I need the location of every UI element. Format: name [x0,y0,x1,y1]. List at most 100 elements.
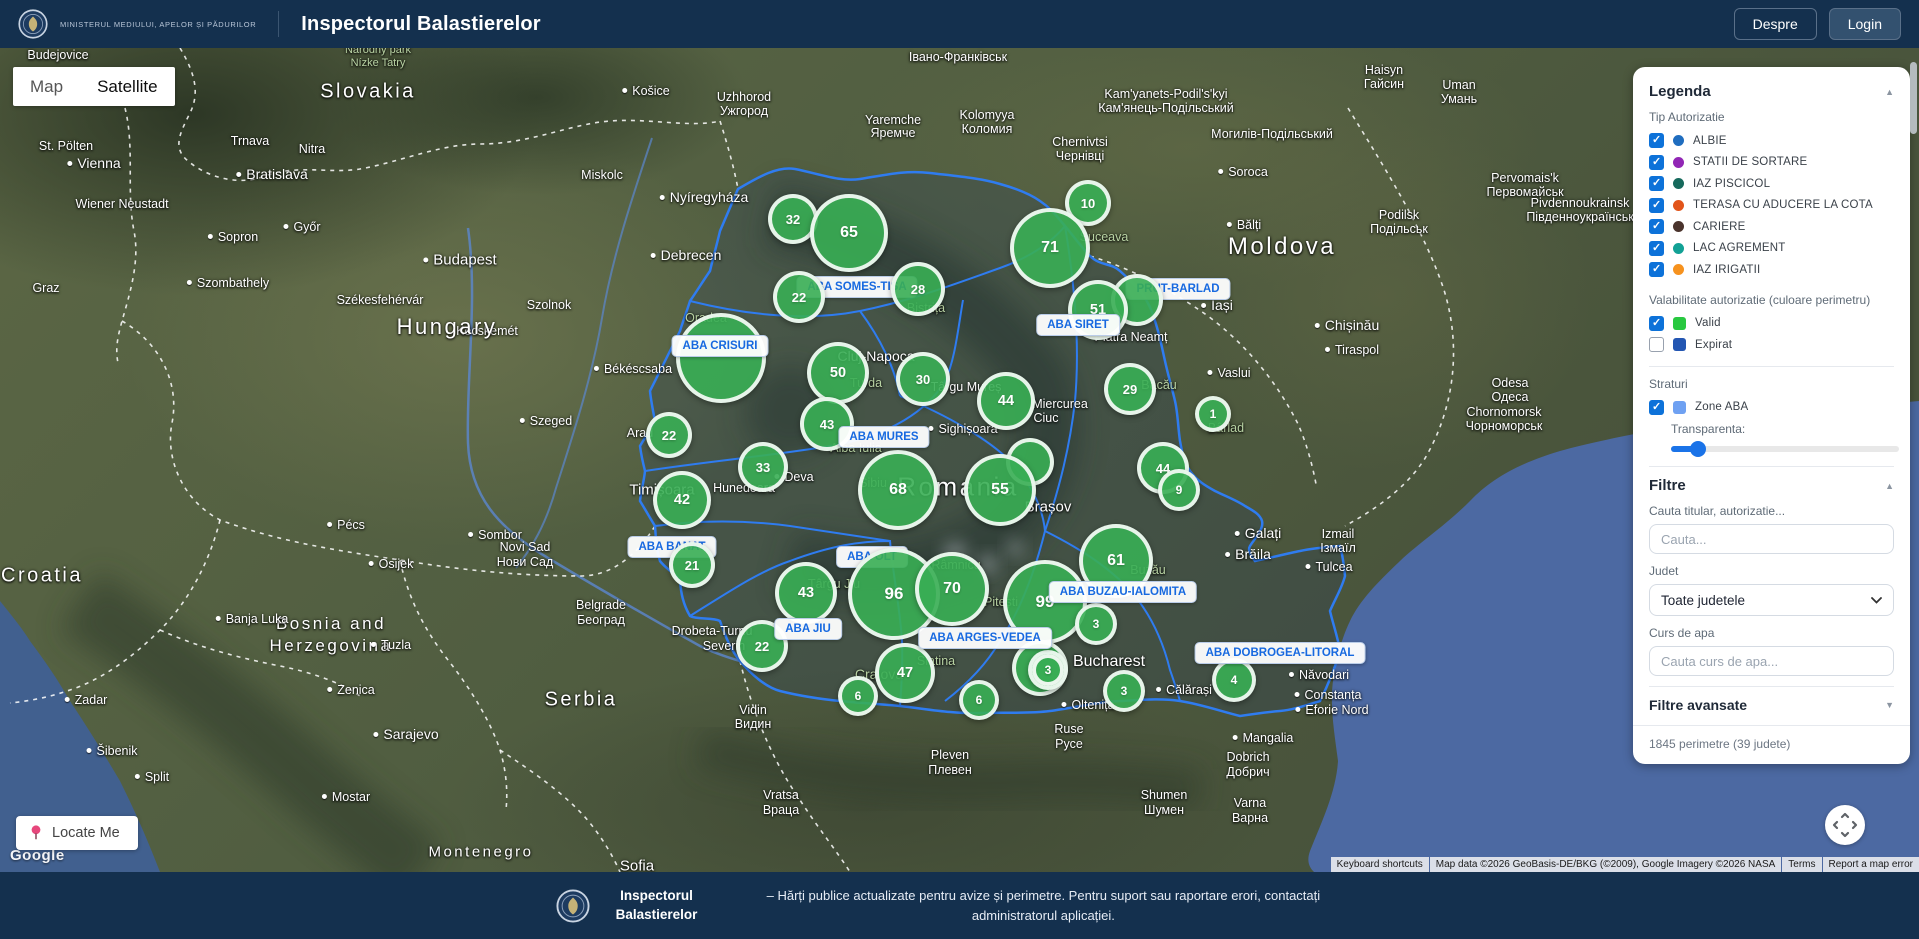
satellite-view-button[interactable]: Satellite [80,67,174,106]
map-cluster[interactable]: 47 [875,643,935,703]
legend-checkbox[interactable] [1649,262,1664,277]
map-city-label: Русе [1055,737,1083,751]
legend-checkbox[interactable] [1649,241,1664,256]
map-cluster[interactable]: 28 [891,262,945,316]
terms-link[interactable]: Terms [1782,857,1821,872]
map-cluster[interactable]: 42 [653,471,711,529]
map-cluster[interactable]: 9 [1158,469,1200,511]
color-swatch [1673,135,1684,146]
map-city-label: Чорноморськ [1466,419,1543,433]
map-city-label: Miskolc [581,168,623,182]
map-city-label: Bucharest [1073,653,1145,671]
advanced-filters-toggle[interactable]: Filtre avansate ▼ [1649,697,1894,713]
map-cluster[interactable]: 21 [669,542,715,588]
legend-item: STATII DE SORTARE [1649,152,1894,174]
map-city-label: Slovakia [320,81,416,104]
map-cluster[interactable]: 29 [1104,363,1156,415]
map-cluster[interactable]: 44 [977,372,1035,430]
legend-checkbox[interactable] [1649,337,1664,352]
map-cluster[interactable]: 3 [1103,670,1145,712]
search-titular-input[interactable] [1649,524,1894,554]
legend-checkbox[interactable] [1649,316,1664,331]
map-cluster[interactable]: 71 [1010,208,1090,288]
aba-zone-label: ABA ARGES-VEDEA [918,627,1052,649]
chevron-down-icon [1871,597,1882,604]
search-titular-label: Cauta titular, autorizatie... [1649,504,1894,518]
curs-apa-input[interactable] [1649,646,1894,676]
transparency-label: Transparenta: [1671,422,1745,436]
judet-selected-value: Toate judetele [1661,593,1745,608]
map-canvas[interactable]: Map Satellite Locate Me Google Keyboard … [0,48,1919,872]
government-emblem-icon [18,9,48,39]
map-cluster[interactable]: 3 [1075,603,1117,645]
locate-me-button[interactable]: Locate Me [16,816,138,850]
map-city-label: Montenegro [428,844,533,861]
legend-item-label: CARIERE [1693,221,1746,233]
map-cluster[interactable]: 3 [1028,650,1068,690]
map-city-label: Novi Sad [500,540,551,554]
color-swatch [1673,178,1684,189]
color-swatch [1673,200,1684,211]
keyboard-shortcuts-link[interactable]: Keyboard shortcuts [1331,857,1429,872]
login-button[interactable]: Login [1829,8,1901,40]
map-city-label: St. Pölten [39,139,93,153]
map-city-label: Могилів-Подільський [1211,127,1333,141]
map-city-label: Івано-Франківськ [909,50,1007,64]
transparency-slider[interactable] [1671,442,1899,456]
map-city-label: Варна [1232,811,1268,825]
legend-item-label: IAZ PISCICOL [1693,178,1770,190]
map-cluster[interactable]: 6 [838,676,878,716]
map-cluster[interactable] [676,313,766,403]
map-city-label: Zadar [65,693,108,707]
legend-checkbox[interactable] [1649,198,1664,213]
legend-checkbox[interactable] [1649,155,1664,170]
map-city-label: Serbia [545,689,618,712]
map-cluster[interactable]: 65 [810,194,888,272]
color-swatch [1673,401,1686,414]
despre-button[interactable]: Despre [1734,8,1817,40]
map-cluster[interactable]: 33 [738,442,788,492]
map-city-label: Tuzla [371,638,411,652]
color-swatch [1673,243,1684,254]
map-city-label: Гайсин [1364,77,1404,91]
map-cluster[interactable]: 70 [915,552,989,626]
collapse-legend-icon[interactable]: ▲ [1885,87,1894,97]
pan-control-button[interactable] [1825,805,1865,845]
scrollbar[interactable] [1910,62,1917,134]
footer-app-title: Inspectorul Balastierelor [616,887,698,923]
map-city-label: Graz [32,281,59,295]
judet-select[interactable]: Toate judetele [1649,584,1894,616]
legend-checkbox[interactable] [1649,176,1664,191]
map-city-label: Banja Luka [216,612,289,626]
map-cluster[interactable]: 30 [896,352,950,406]
map-cluster[interactable]: 68 [858,450,938,530]
map-cluster[interactable]: 43 [775,562,837,624]
map-view-button[interactable]: Map [13,67,80,106]
legend-filter-panel: Legenda ▲ Tip Autorizatie ALBIESTATII DE… [1633,67,1910,764]
map-city-label: Debrecen [651,247,722,263]
map-cluster[interactable]: 50 [807,342,869,404]
legend-checkbox[interactable] [1649,133,1664,148]
legend-checkbox[interactable] [1649,400,1664,415]
map-cluster[interactable]: 22 [773,271,825,323]
aba-zone-label: ABA BUZAU-IALOMITA [1049,581,1197,603]
map-city-label: Chernivtsi [1052,135,1108,149]
map-city-label: Bosnia and [276,614,386,634]
map-cluster[interactable]: 1 [1195,396,1231,432]
report-map-error-link[interactable]: Report a map error [1823,857,1919,872]
map-cluster[interactable]: 4 [1212,658,1256,702]
legend-checkbox[interactable] [1649,219,1664,234]
legend-item: LAC AGREMENT [1649,238,1894,260]
collapse-filters-icon[interactable]: ▲ [1885,481,1894,491]
map-city-label: Південноукраїнськ [1526,210,1633,224]
map-city-label: Vaslui [1207,366,1250,380]
top-navbar: Ministerul Mediului, Apelor și Pădurilor… [0,0,1919,48]
map-cluster[interactable]: 22 [646,412,692,458]
advanced-filters-label: Filtre avansate [1649,697,1747,713]
map-city-label: Croatia [1,565,83,588]
slider-thumb[interactable] [1690,441,1706,457]
map-city-label: Kam'yanets-Podil's'kyi [1104,87,1227,101]
pan-arrows-icon [1832,812,1858,838]
map-cluster[interactable]: 55 [964,454,1036,526]
map-cluster[interactable]: 6 [959,680,999,720]
